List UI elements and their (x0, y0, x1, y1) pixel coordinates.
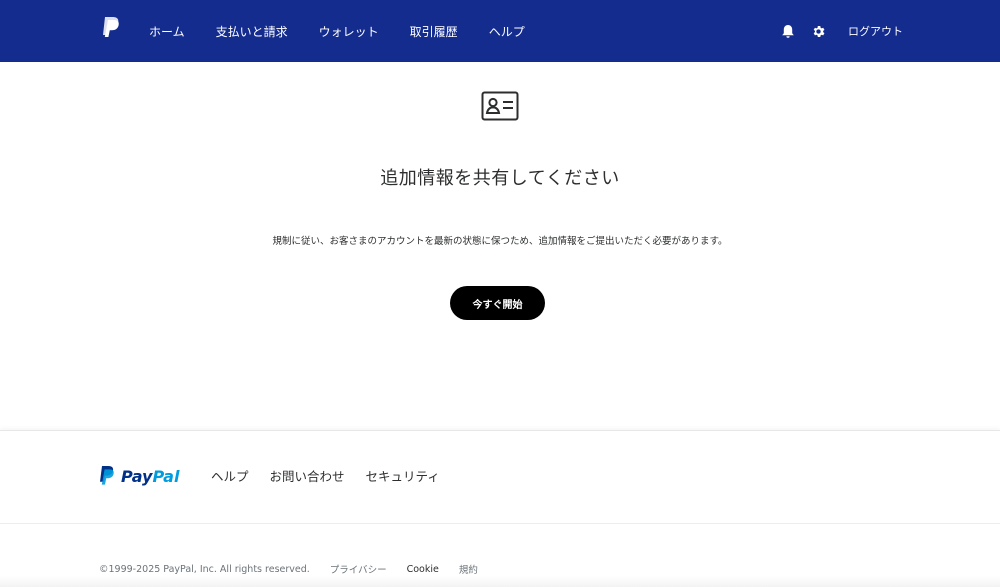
top-navigation-bar: ホーム 支払いと請求 ウォレット 取引履歴 ヘルプ ログアウト (0, 0, 1000, 62)
footer-paypal-logo[interactable]: PayPal (99, 464, 181, 488)
nav-item-help[interactable]: ヘルプ (489, 23, 525, 40)
paypal-logo-icon (99, 465, 115, 487)
footer-link-security[interactable]: セキュリティ (366, 466, 440, 485)
page-description: 規制に従い、お客さまのアカウントを最新の状態に保つため、追加情報をご提出いただく… (272, 236, 728, 247)
bell-icon[interactable] (780, 23, 796, 39)
nav-item-wallet[interactable]: ウォレット (319, 23, 379, 40)
header-tools: ログアウト (780, 0, 903, 62)
main-content: 追加情報を共有してください 規制に従い、お客さまのアカウントを最新の状態に保つた… (0, 62, 1000, 430)
page-title: 追加情報を共有してください (380, 168, 620, 189)
footer: PayPal ヘルプ お問い合わせ セキュリティ (0, 430, 1000, 524)
bottom-edge-shade (0, 576, 1000, 587)
legal-link-terms[interactable]: 規約 (459, 562, 478, 576)
footer-links: ヘルプ お問い合わせ セキュリティ (211, 466, 461, 485)
start-now-button[interactable]: 今すぐ開始 (450, 286, 545, 320)
copyright-text: ©1999-2025 PayPal, Inc. All rights reser… (99, 563, 310, 575)
logout-link[interactable]: ログアウト (848, 23, 903, 39)
footer-link-help[interactable]: ヘルプ (211, 466, 249, 485)
main-nav: ホーム 支払いと請求 ウォレット 取引履歴 ヘルプ (149, 0, 556, 62)
legal-link-cookie[interactable]: Cookie (407, 564, 439, 575)
nav-item-activity[interactable]: 取引履歴 (410, 23, 458, 40)
paypal-wordmark: PayPal (121, 466, 180, 486)
gear-icon[interactable] (810, 23, 826, 39)
nav-item-payments[interactable]: 支払いと請求 (216, 23, 288, 40)
paypal-logo-icon[interactable] (101, 16, 121, 38)
footer-link-contact[interactable]: お問い合わせ (270, 466, 345, 485)
nav-item-home[interactable]: ホーム (149, 23, 185, 40)
legal-link-privacy[interactable]: プライバシー (330, 562, 387, 576)
id-card-icon (481, 89, 519, 123)
legal-row: ©1999-2025 PayPal, Inc. All rights reser… (99, 562, 498, 577)
